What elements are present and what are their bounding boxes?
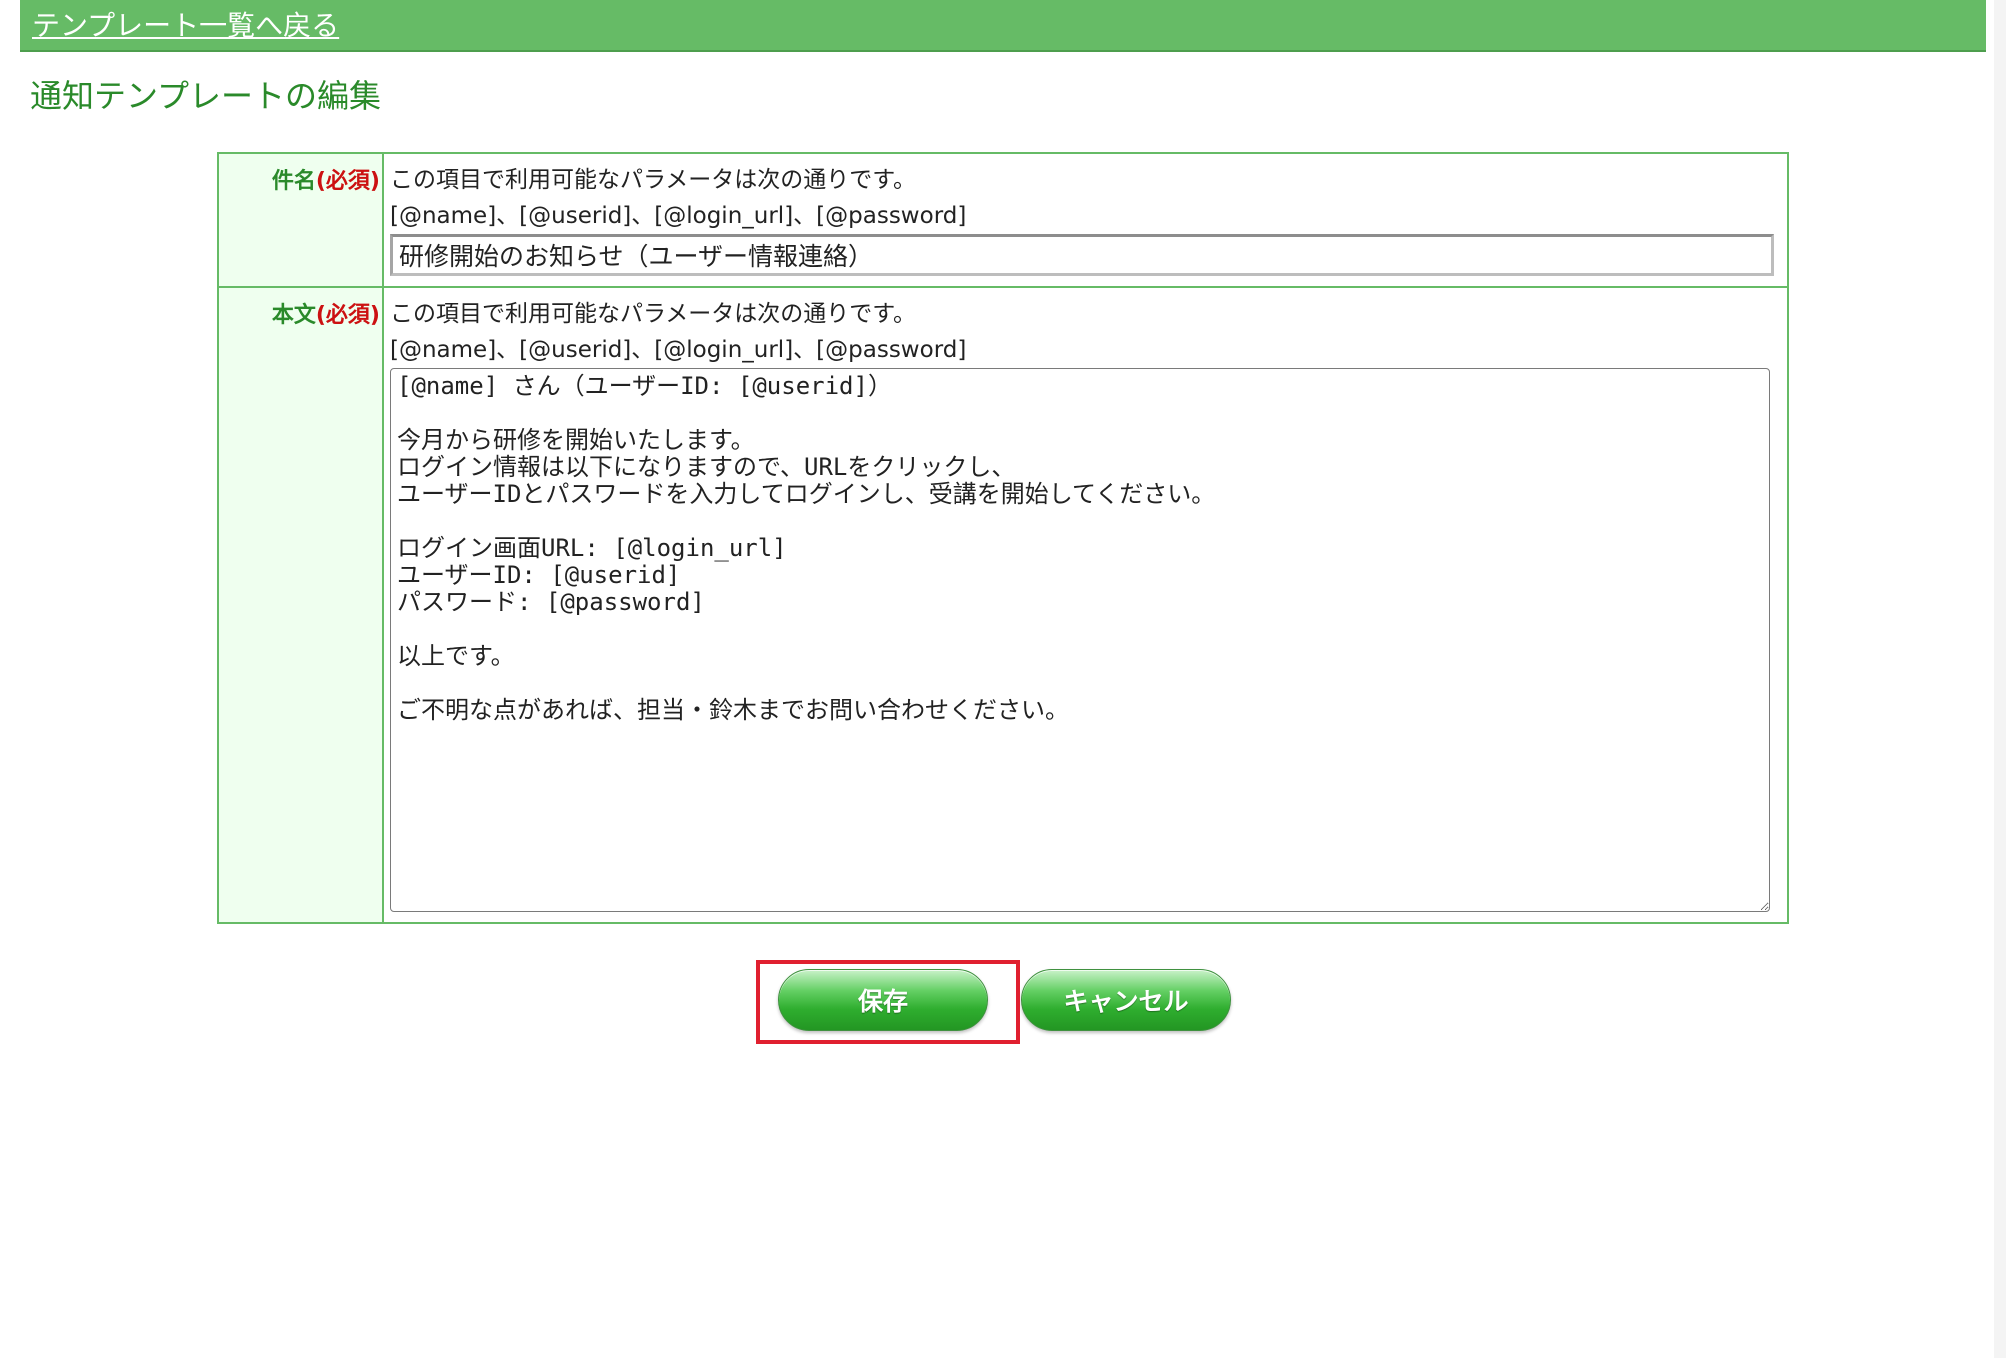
save-button[interactable]: 保存 <box>778 969 988 1031</box>
subject-hint-text: この項目で利用可能なパラメータは次の通りです。 <box>390 167 917 193</box>
body-row: 本文(必須) この項目で利用可能なパラメータは次の通りです。 [@name]、[… <box>217 286 1789 924</box>
subject-parameter-list: [@name]、[@userid]、[@login_url]、[@passwor… <box>390 203 967 229</box>
subject-row: 件名(必須) この項目で利用可能なパラメータは次の通りです。 [@name]、[… <box>217 152 1789 288</box>
body-hint-text: この項目で利用可能なパラメータは次の通りです。 <box>390 301 917 327</box>
subject-field-cell: この項目で利用可能なパラメータは次の通りです。 [@name]、[@userid… <box>382 152 1789 288</box>
template-edit-form: 件名(必須) この項目で利用可能なパラメータは次の通りです。 [@name]、[… <box>217 152 1789 924</box>
subject-label: 件名 <box>271 169 316 194</box>
back-to-template-list-link[interactable]: テンプレート一覧へ戻る <box>32 8 339 44</box>
subject-required-badge: (必須) <box>315 169 380 194</box>
scrollbar-track[interactable] <box>1994 0 2006 1358</box>
body-label-cell: 本文(必須) <box>217 286 384 924</box>
page-title: 通知テンプレートの編集 <box>30 77 382 115</box>
subject-input[interactable] <box>390 234 1774 276</box>
top-navigation-bar: テンプレート一覧へ戻る <box>20 0 1986 52</box>
page: テンプレート一覧へ戻る 通知テンプレートの編集 件名(必須) この項目で利用可能… <box>0 0 2006 1358</box>
subject-label-cell: 件名(必須) <box>217 152 384 288</box>
body-required-badge: (必須) <box>315 303 380 328</box>
body-textarea[interactable]: [@name] さん（ユーザーID: [@userid]） 今月から研修を開始い… <box>390 368 1770 912</box>
cancel-button[interactable]: キャンセル <box>1021 969 1231 1031</box>
body-label: 本文 <box>271 303 316 328</box>
body-parameter-list: [@name]、[@userid]、[@login_url]、[@passwor… <box>390 337 967 363</box>
body-field-cell: この項目で利用可能なパラメータは次の通りです。 [@name]、[@userid… <box>382 286 1789 924</box>
